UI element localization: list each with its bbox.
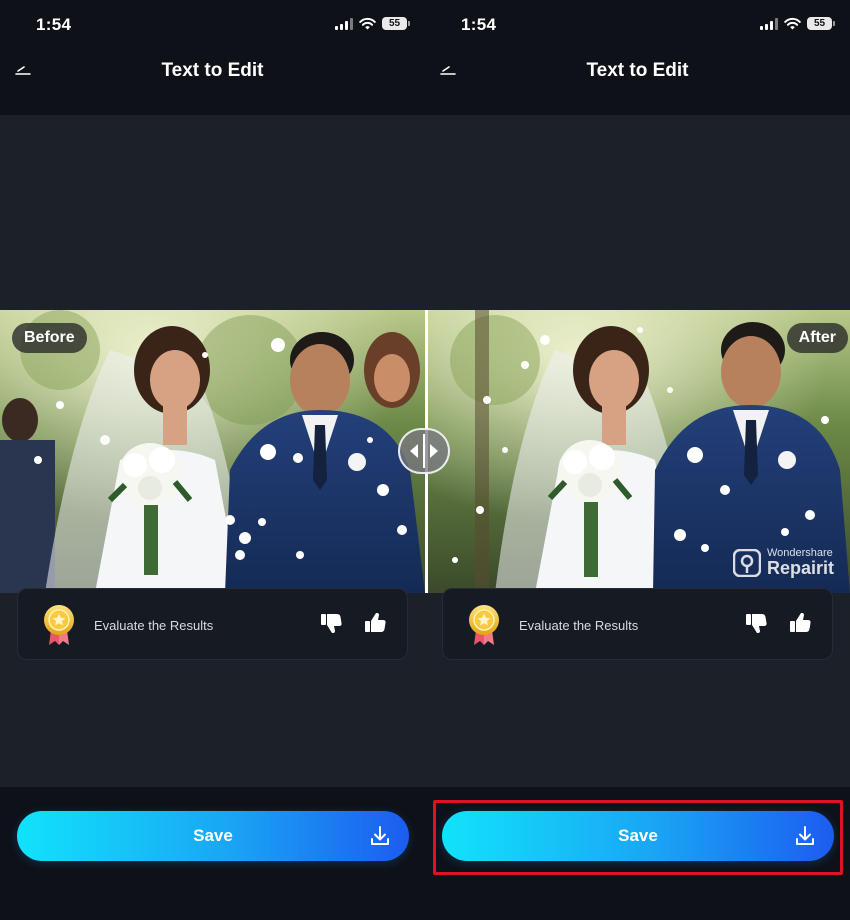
evaluate-label: Evaluate the Results	[519, 618, 639, 633]
medal-icon	[44, 605, 74, 645]
phone-screen-before: 1:54 55 Text to Edit Before Evaluate the…	[0, 0, 425, 920]
compare-arrows-icon	[410, 434, 438, 468]
evaluate-card: Evaluate the Results	[442, 588, 833, 660]
page-title: Text to Edit	[586, 60, 689, 81]
status-bar: 1:54 55	[425, 0, 850, 50]
thumbs-down-icon[interactable]	[744, 611, 768, 635]
medal-icon	[469, 605, 499, 645]
wifi-icon	[784, 17, 801, 30]
save-button-label: Save	[193, 826, 233, 845]
thumbs-up-icon[interactable]	[363, 611, 387, 635]
highlight-box	[433, 800, 843, 875]
status-time: 1:54	[36, 15, 72, 34]
page-title: Text to Edit	[161, 60, 264, 81]
compare-handle-icon[interactable]	[398, 428, 450, 474]
thumbs-up-icon[interactable]	[788, 611, 812, 635]
image-canvas: After Wondershare Repairit	[425, 115, 850, 787]
status-icons: 55	[335, 17, 410, 30]
bottom-bar: Save	[0, 787, 425, 920]
comparison-photo[interactable]: Before	[0, 310, 425, 593]
evaluate-label: Evaluate the Results	[94, 618, 214, 633]
status-icons: 55	[760, 17, 835, 30]
watermark-brand-big: Repairit	[766, 558, 834, 578]
evaluate-card: Evaluate the Results	[17, 588, 408, 660]
app-header: Text to Edit	[425, 50, 850, 114]
app-header: Text to Edit	[0, 50, 425, 114]
image-canvas: Before	[0, 115, 425, 787]
phone-screen-after: 1:54 55 Text to Edit After Wondershare R…	[425, 0, 850, 920]
download-icon	[371, 826, 389, 845]
thumbs-down-icon[interactable]	[319, 611, 343, 635]
status-time: 1:54	[461, 15, 497, 34]
battery-icon: 55	[807, 17, 835, 30]
repairit-watermark: Wondershare Repairit	[732, 548, 834, 578]
wifi-icon	[359, 17, 376, 30]
repairit-logo-icon	[732, 548, 761, 577]
before-label: Before	[12, 323, 87, 353]
signal-icon	[335, 17, 353, 30]
after-label: After	[786, 323, 848, 353]
save-button[interactable]: Save	[17, 811, 409, 861]
comparison-photo[interactable]: After Wondershare Repairit	[425, 310, 850, 593]
signal-icon	[760, 17, 778, 30]
battery-icon: 55	[382, 17, 410, 30]
status-bar: 1:54 55	[0, 0, 425, 50]
